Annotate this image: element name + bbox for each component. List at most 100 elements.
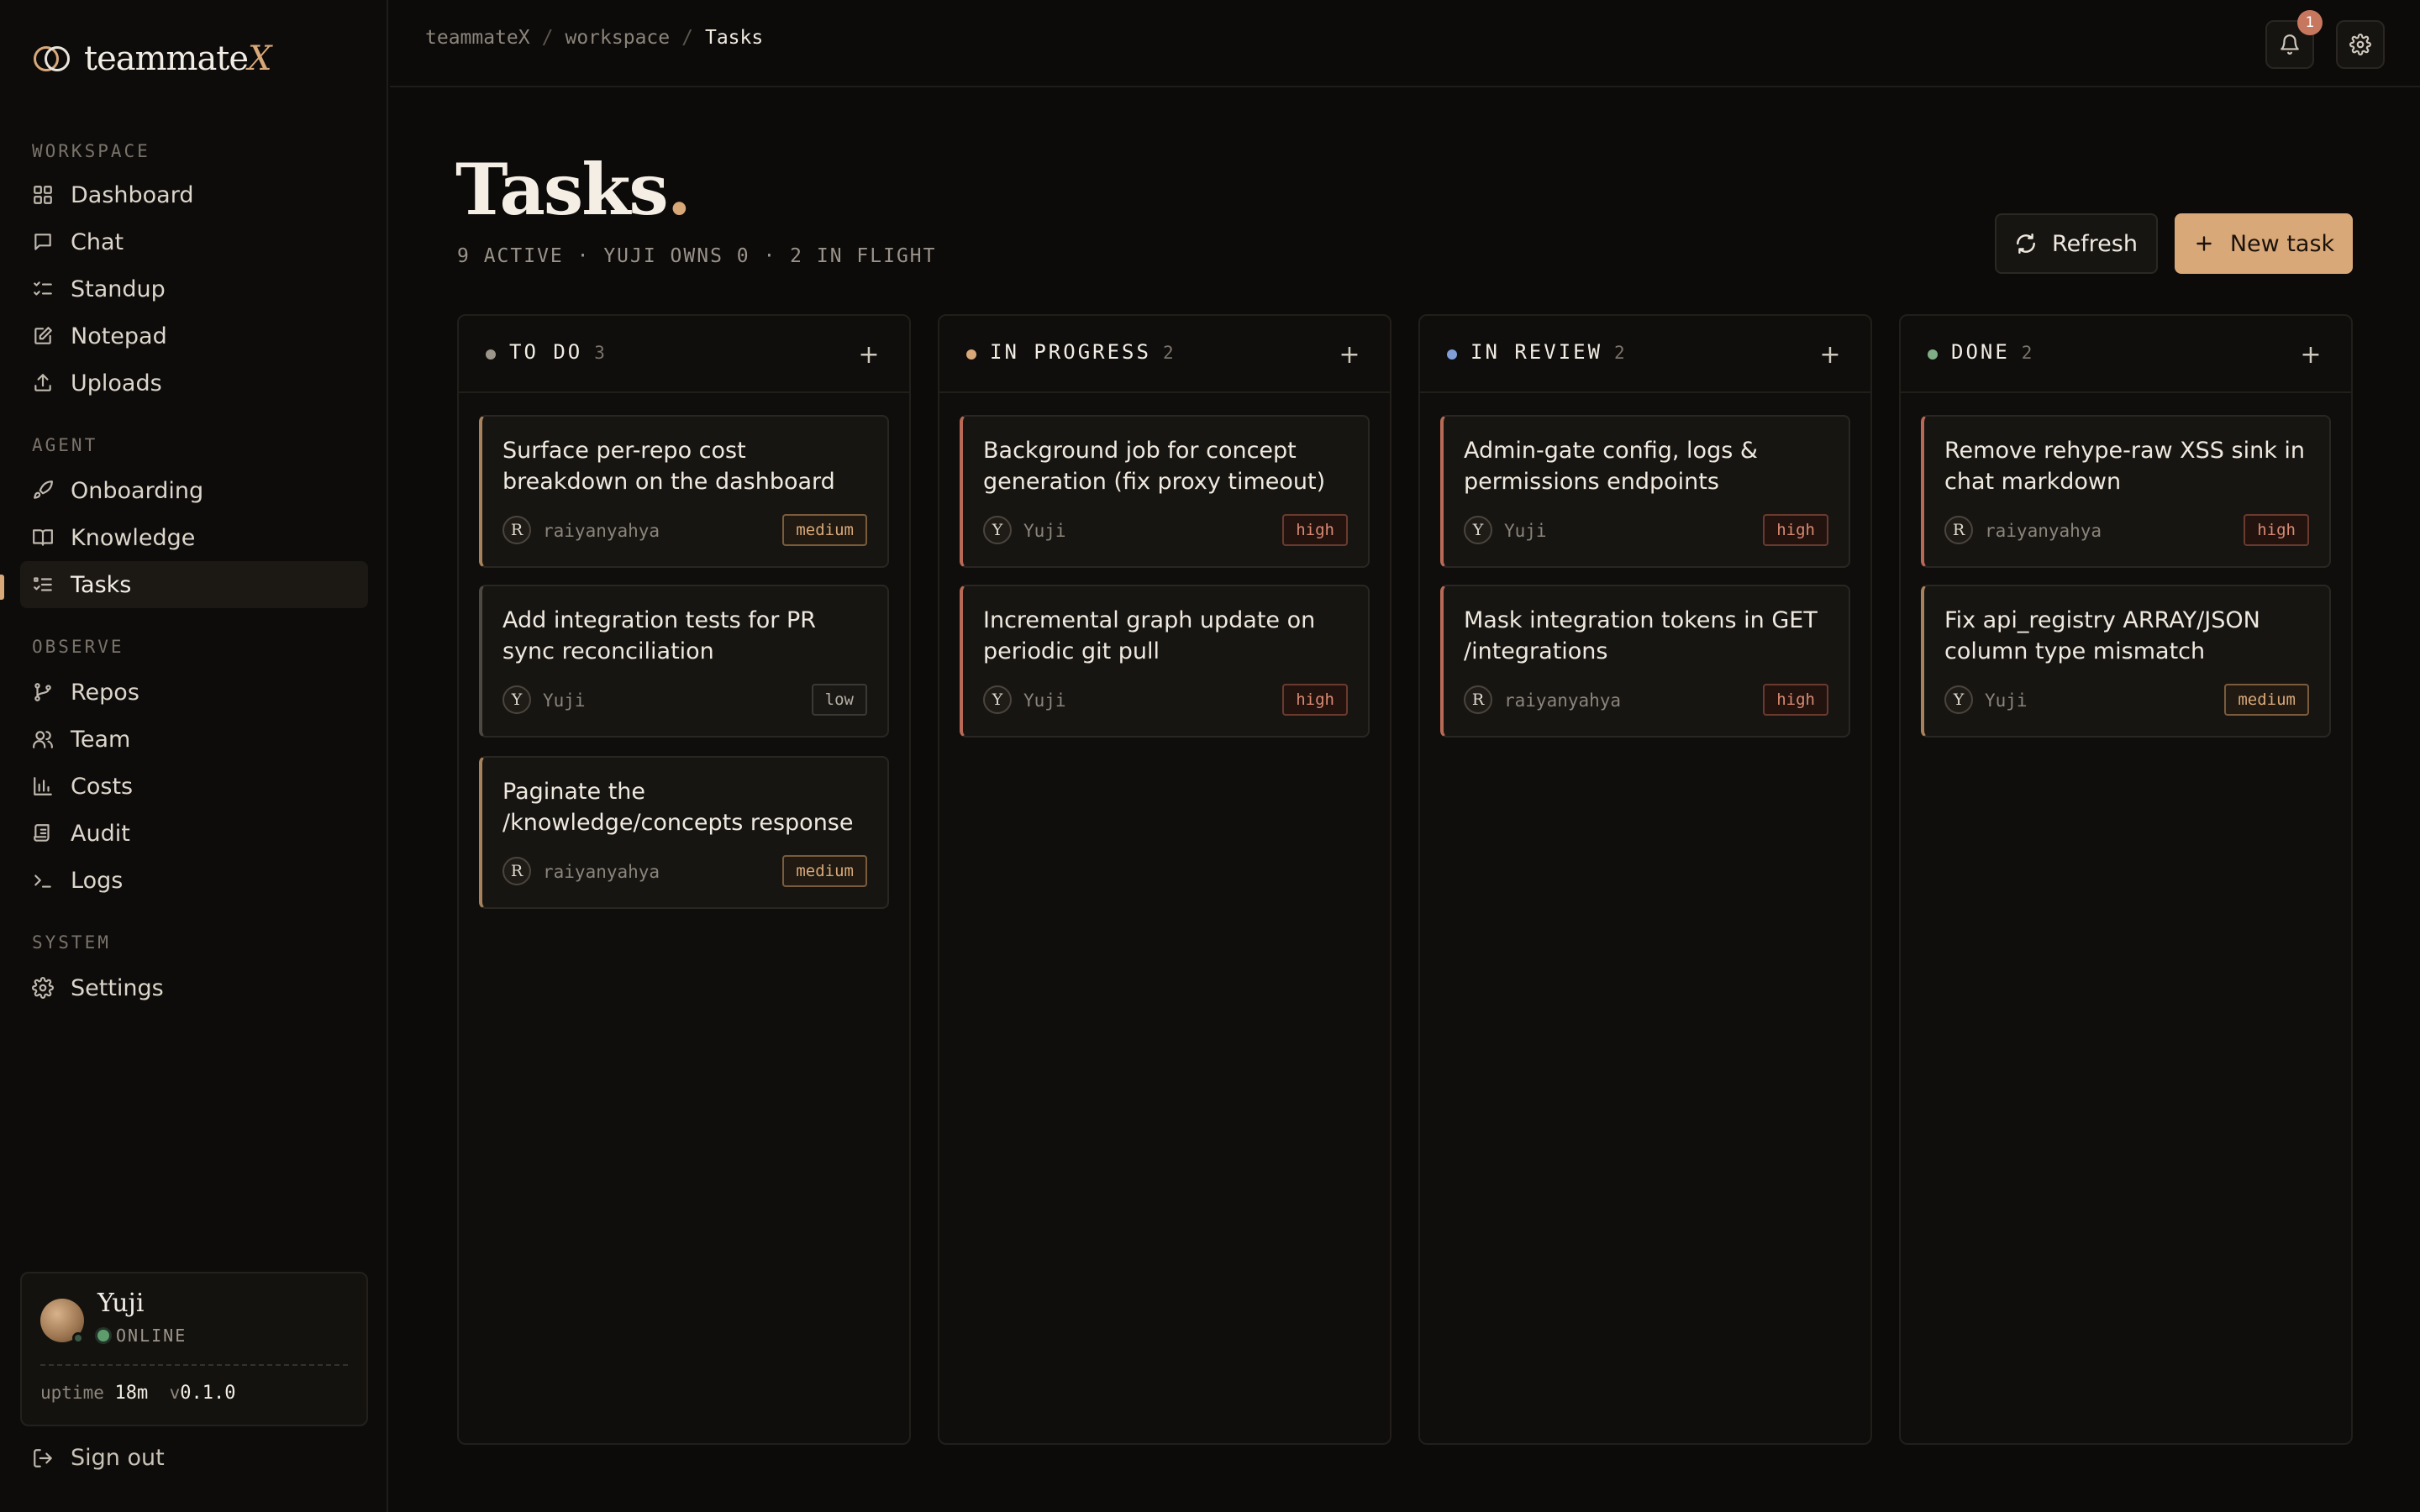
task-title: Remove rehype-raw XSS sink in chat markd… <box>1944 438 2306 495</box>
sidebar-item-uploads[interactable]: Uploads <box>20 360 368 407</box>
task-card[interactable]: Surface per-repo cost breakdown on the d… <box>479 415 889 568</box>
sidebar-item-tasks[interactable]: Tasks <box>20 561 368 608</box>
priority-badge: medium <box>2224 684 2309 716</box>
column-title-text: IN PROGRESS <box>990 340 1151 364</box>
sidebar-item-standup[interactable]: Standup <box>20 265 368 312</box>
column-count: 2 <box>1614 343 1625 363</box>
sidebar-item-label: Settings <box>71 974 164 1001</box>
task-title: Paginate the /knowledge/concepts respons… <box>502 779 854 836</box>
task-card[interactable]: Mask integration tokens in GET /integrat… <box>1440 585 1850 738</box>
sidebar-item-audit[interactable]: Audit <box>20 810 368 857</box>
priority-badge: high <box>1282 514 1348 546</box>
column-todo: TO DO 3 + Surface per-repo cost breakdow… <box>457 314 911 1445</box>
refresh-icon <box>2017 233 2035 255</box>
task-card[interactable]: Paginate the /knowledge/concepts respons… <box>479 756 889 909</box>
column-header: TO DO 3 + <box>459 316 909 393</box>
checklist-icon <box>32 278 54 300</box>
task-owner: raiyanyahya <box>1504 690 1622 711</box>
task-card[interactable]: Admin-gate config, logs & permissions en… <box>1440 415 1850 568</box>
status-dot <box>486 349 496 360</box>
section-workspace: WORKSPACE <box>32 141 150 161</box>
bell-icon <box>2281 34 2299 55</box>
column-in-progress: IN PROGRESS 2 + Background job for conce… <box>938 314 1392 1445</box>
column-title-text: DONE <box>1951 340 2010 364</box>
page-title: Tasks. <box>455 148 692 231</box>
settings-button[interactable] <box>2336 20 2385 69</box>
avatar: R <box>502 857 531 885</box>
brand-name: teammate <box>84 39 249 78</box>
task-card[interactable]: Add integration tests for PR sync reconc… <box>479 585 889 738</box>
uptime-value: 18m <box>114 1383 149 1404</box>
sidebar-item-settings[interactable]: Settings <box>20 964 368 1011</box>
column-title: DONE 2 <box>1951 340 2032 364</box>
task-owner: Yuji <box>543 690 586 711</box>
scroll-icon <box>32 822 54 844</box>
avatar: Y <box>983 516 1012 544</box>
sidebar-item-label: Notepad <box>71 323 167 349</box>
chat-icon <box>32 231 54 253</box>
grid-icon <box>32 184 54 206</box>
section-observe: OBSERVE <box>32 637 124 657</box>
breadcrumb-root[interactable]: teammateX <box>425 27 530 49</box>
column-count: 3 <box>594 343 605 363</box>
column-header: IN PROGRESS 2 + <box>939 316 1390 393</box>
refresh-button[interactable]: Refresh <box>1995 213 2158 274</box>
priority-badge: medium <box>782 514 867 546</box>
sidebar-item-label: Tasks <box>71 571 132 598</box>
sign-out-button[interactable]: Sign out <box>32 1445 165 1471</box>
task-owner: raiyanyahya <box>543 521 660 541</box>
task-card[interactable]: Fix api_registry ARRAY/JSON column type … <box>1921 585 2331 738</box>
new-task-button[interactable]: New task <box>2175 213 2353 274</box>
online-indicator <box>97 1330 109 1341</box>
task-owner: Yuji <box>1504 521 1547 541</box>
column-title: IN PROGRESS 2 <box>990 340 1174 364</box>
task-card[interactable]: Incremental graph update on periodic git… <box>960 585 1370 738</box>
sidebar-item-team[interactable]: Team <box>20 716 368 763</box>
task-card[interactable]: Remove rehype-raw XSS sink in chat markd… <box>1921 415 2331 568</box>
version-value: 0.1.0 <box>180 1383 236 1404</box>
notifications-button[interactable]: 1 <box>2265 10 2323 69</box>
add-card-button[interactable]: + <box>854 339 884 370</box>
uptime-label: uptime <box>40 1383 104 1403</box>
task-title: Background job for concept generation (f… <box>983 438 1326 495</box>
sign-out-label: Sign out <box>71 1445 165 1471</box>
sidebar-item-onboarding[interactable]: Onboarding <box>20 467 368 514</box>
status-dot <box>1447 349 1457 360</box>
top-bar: teammateX / workspace / Tasks 1 <box>390 0 2420 87</box>
sidebar-item-costs[interactable]: Costs <box>20 763 368 810</box>
task-title: Admin-gate config, logs & permissions en… <box>1464 438 1758 495</box>
breadcrumb-separator: / <box>541 27 554 49</box>
divider <box>40 1364 348 1366</box>
avatar: R <box>1464 685 1492 714</box>
plus-icon <box>2196 236 2212 251</box>
sidebar-item-knowledge[interactable]: Knowledge <box>20 514 368 561</box>
sidebar-item-dashboard[interactable]: Dashboard <box>20 171 368 218</box>
sidebar-item-notepad[interactable]: Notepad <box>20 312 368 360</box>
brand-suffix: X <box>248 39 272 78</box>
column-title: IN REVIEW 2 <box>1470 340 1625 364</box>
task-card[interactable]: Background job for concept generation (f… <box>960 415 1370 568</box>
breadcrumb-workspace[interactable]: workspace <box>565 27 670 49</box>
user-status-label: ONLINE <box>116 1326 187 1346</box>
rocket-icon <box>32 480 54 501</box>
sidebar-item-repos[interactable]: Repos <box>20 669 368 716</box>
add-card-button[interactable]: + <box>1815 339 1845 370</box>
sidebar-item-chat[interactable]: Chat <box>20 218 368 265</box>
sidebar-item-logs[interactable]: Logs <box>20 857 368 904</box>
sidebar-item-label: Dashboard <box>71 181 194 208</box>
add-card-button[interactable]: + <box>1334 339 1365 370</box>
task-title: Surface per-repo cost breakdown on the d… <box>502 438 835 495</box>
avatar: Y <box>1944 685 1973 714</box>
user-status: ONLINE <box>97 1326 187 1346</box>
page-title-text: Tasks <box>455 148 669 231</box>
presence-dot <box>72 1332 84 1344</box>
user-card[interactable]: Yuji ONLINE uptime 18m v0.1.0 <box>20 1272 368 1426</box>
page-subtitle: 9 ACTIVE · YUJI OWNS 0 · 2 IN FLIGHT <box>457 245 937 267</box>
column-count: 2 <box>2021 343 2033 363</box>
add-card-button[interactable]: + <box>2296 339 2326 370</box>
column-header: DONE 2 + <box>1901 316 2351 393</box>
avatar: Y <box>502 685 531 714</box>
task-owner: Yuji <box>1023 690 1066 711</box>
book-icon <box>32 527 54 549</box>
brand-logo[interactable]: teammate X <box>34 37 272 81</box>
